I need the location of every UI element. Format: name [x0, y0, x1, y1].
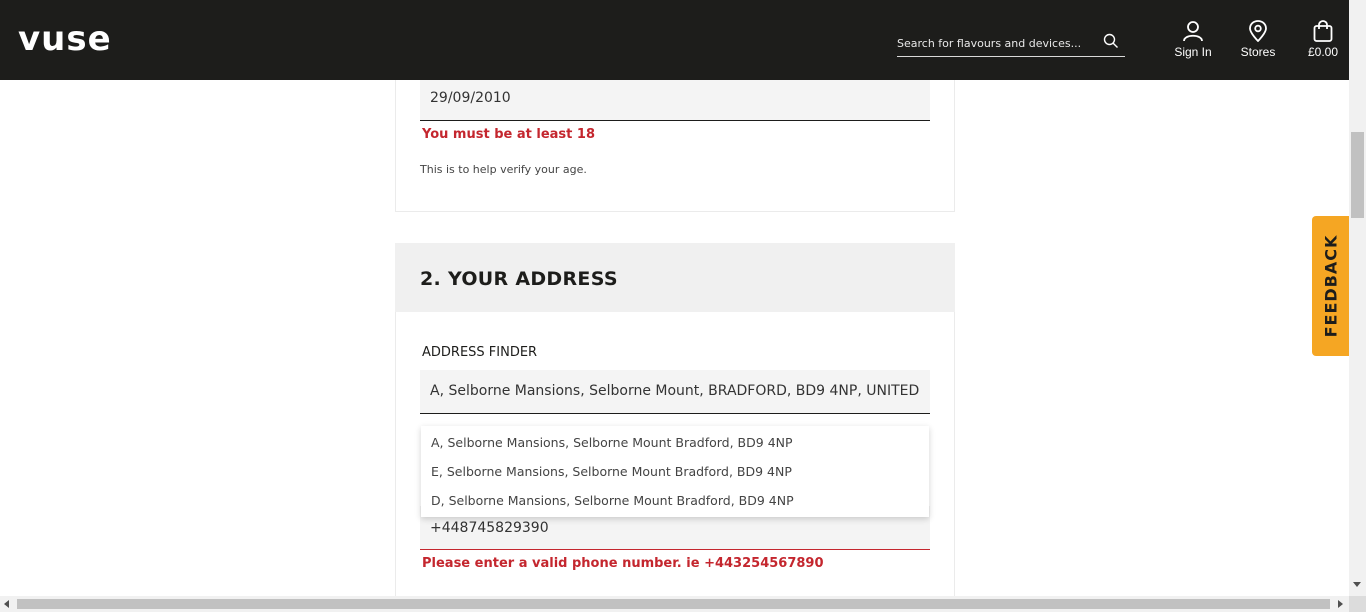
- feedback-tab[interactable]: FEEDBACK: [1312, 216, 1349, 356]
- vertical-scrollbar-thumb[interactable]: [1351, 132, 1364, 218]
- address-suggestion[interactable]: D, Selborne Mansions, Selborne Mount Bra…: [421, 486, 929, 515]
- stores-link[interactable]: Stores: [1236, 20, 1280, 64]
- search-bar: [897, 28, 1125, 57]
- address-suggestion[interactable]: E, Selborne Mansions, Selborne Mount Bra…: [421, 457, 929, 486]
- phone-value: +448745829390: [430, 520, 549, 536]
- cart-link[interactable]: £0.00: [1302, 20, 1344, 64]
- address-suggestion[interactable]: A, Selborne Mansions, Selborne Mount Bra…: [421, 428, 929, 457]
- address-suggestions-dropdown: A, Selborne Mansions, Selborne Mount Bra…: [421, 426, 929, 517]
- site-header: vuse Sign In Stores £0.00: [0, 0, 1349, 80]
- cart-total: £0.00: [1307, 45, 1339, 59]
- horizontal-scrollbar-thumb[interactable]: [17, 599, 1330, 609]
- search-input[interactable]: [897, 35, 1097, 51]
- sign-in-label: Sign In: [1174, 45, 1212, 59]
- phone-error: Please enter a valid phone number. ie +4…: [422, 556, 824, 571]
- feedback-label: FEEDBACK: [1321, 234, 1340, 338]
- location-pin-icon: [1249, 20, 1267, 42]
- scrollbar-corner: [1349, 596, 1366, 612]
- address-finder-input[interactable]: [430, 383, 925, 399]
- shopping-bag-icon: [1313, 20, 1333, 42]
- address-section-header: 2. YOUR ADDRESS: [395, 243, 955, 312]
- date-of-birth-help: This is to help verify your age.: [420, 163, 587, 176]
- date-of-birth-value: 29/09/2010: [430, 90, 511, 106]
- address-section-title: 2. YOUR ADDRESS: [420, 268, 618, 290]
- vertical-scrollbar[interactable]: [1349, 0, 1366, 596]
- svg-text:vuse: vuse: [18, 19, 112, 59]
- scroll-down-arrow-icon[interactable]: [1353, 582, 1361, 587]
- stores-label: Stores: [1240, 45, 1276, 59]
- scroll-right-arrow-icon[interactable]: [1338, 600, 1343, 608]
- date-of-birth-field[interactable]: 29/09/2010: [420, 80, 930, 121]
- search-icon[interactable]: [1103, 33, 1119, 49]
- date-of-birth-error: You must be at least 18: [422, 127, 595, 142]
- scroll-left-arrow-icon[interactable]: [4, 600, 9, 608]
- address-finder-label: ADDRESS FINDER: [422, 345, 538, 360]
- address-finder-field: [420, 370, 930, 414]
- sign-in-link[interactable]: Sign In: [1169, 20, 1217, 64]
- user-icon: [1183, 21, 1203, 42]
- vuse-logo[interactable]: vuse: [18, 19, 134, 59]
- horizontal-scrollbar[interactable]: [0, 596, 1349, 612]
